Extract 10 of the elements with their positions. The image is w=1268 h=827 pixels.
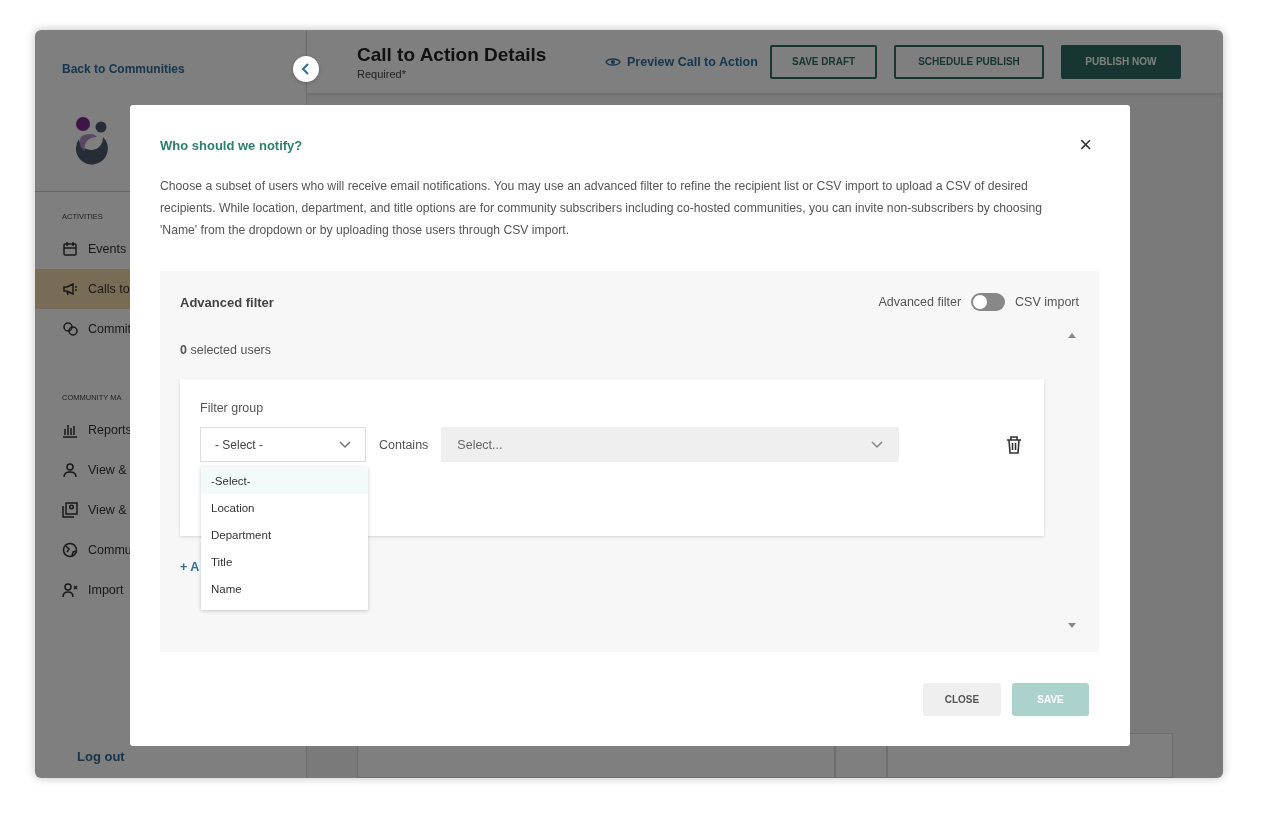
dialog-description: Choose a subset of users who will receive email notifications. You may use an advanced filter to refine the recipient list or CSV import to upload a CSV of desired recipients. While location, department, and title options are for community subscribers including co-hosted communities, you can invite non-subscribers by choosing 'Name' from the dropdown or by uploading those users through CSV import. [160,178,1043,239]
required-note: Required* [357,67,407,80]
page-title: Call to Action Details [357,43,548,66]
dialog-title: Who should we notify? [160,137,303,153]
selected-count: 0 selected users [180,343,273,357]
toggle-label: CSV import [1015,295,1079,309]
toggle-label: Advanced filter [878,295,962,309]
filter-group-label: Filter group [200,401,265,415]
panel-title: Advanced filter [180,294,274,310]
operator-label: Contains [379,437,429,452]
